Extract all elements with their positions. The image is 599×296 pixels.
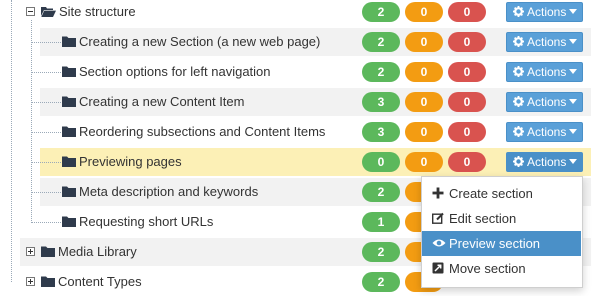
published-count-badge: 2 [362,242,400,262]
tree-connector [31,42,61,43]
eye-icon [432,239,446,247]
draft-count-badge: 0 [448,152,486,172]
gear-icon [513,6,524,17]
menu-item-preview-section[interactable]: Preview section [422,231,581,256]
actions-label: Actions [527,95,567,109]
folder-icon [62,66,77,77]
caret-down-icon [569,69,578,74]
tree-label[interactable]: Creating a new Section (a new web page) [79,28,320,56]
actions-label: Actions [527,155,567,169]
folder-open-icon [41,6,56,17]
caret-down-icon [569,39,578,44]
folder-icon [62,186,77,197]
gear-icon [513,36,524,47]
collapse-toggle[interactable] [26,7,35,16]
actions-label: Actions [527,35,567,49]
pending-count-badge: 0 [405,2,443,22]
actions-button[interactable]: Actions [506,62,583,82]
gear-icon [513,96,524,107]
draft-count-badge: 0 [448,32,486,52]
tree-row-selected[interactable]: Previewing pages 0 0 0 Actions [0,148,599,176]
folder-icon [41,246,56,257]
plus-icon [432,187,444,199]
tree-label[interactable]: Meta description and keywords [79,178,258,206]
pending-count-badge: 0 [405,92,443,112]
tree-connector [31,162,61,163]
menu-item-edit-section[interactable]: Edit section [422,206,581,231]
menu-item-label: Move section [449,261,526,276]
gear-icon [513,66,524,77]
tree-label[interactable]: Media Library [58,238,137,266]
menu-item-label: Create section [449,186,533,201]
tree-label[interactable]: Previewing pages [79,148,182,176]
published-count-badge: 2 [362,32,400,52]
draft-count-badge: 0 [448,62,486,82]
actions-button[interactable]: Actions [506,92,583,112]
folder-icon [62,156,77,167]
move-icon [432,262,444,274]
folder-icon [62,126,77,137]
tree-row[interactable]: Creating a new Section (a new web page) … [0,28,599,56]
published-count-badge: 2 [362,272,400,292]
menu-item-create-section[interactable]: Create section [422,181,581,206]
tree-row[interactable]: Creating a new Content Item 3 0 0 Action… [0,88,599,116]
draft-count-badge: 0 [448,122,486,142]
pending-count-badge: 0 [405,152,443,172]
pending-count-badge: 0 [405,122,443,142]
published-count-badge: 2 [362,182,400,202]
actions-label: Actions [527,65,567,79]
tree-row[interactable]: Reordering subsections and Content Items… [0,118,599,146]
expand-toggle[interactable] [26,247,35,256]
published-count-badge: 3 [362,122,400,142]
tree-connector [31,132,61,133]
menu-item-label: Edit section [449,211,517,226]
actions-button[interactable]: Actions [506,122,583,142]
gear-icon [513,156,524,167]
caret-down-icon [569,99,578,104]
actions-label: Actions [527,125,567,139]
draft-count-badge: 0 [448,2,486,22]
caret-down-icon [569,9,578,14]
actions-label: Actions [527,5,567,19]
published-count-badge: 0 [362,152,400,172]
tree-label[interactable]: Content Types [58,268,142,296]
tree-connector [31,192,61,193]
actions-button[interactable]: Actions [506,32,583,52]
tree-row[interactable]: Section options for left navigation 2 0 … [0,58,599,86]
published-count-badge: 1 [362,212,400,232]
actions-button[interactable]: Actions [506,2,583,22]
published-count-badge: 2 [362,2,400,22]
tree-row-site-structure[interactable]: Site structure 2 0 0 Actions [0,0,599,26]
site-tree: Site structure 2 0 0 Actions Creating a … [0,0,599,292]
menu-item-move-section[interactable]: Move section [422,256,581,281]
pending-count-badge: 0 [405,62,443,82]
published-count-badge: 2 [362,62,400,82]
edit-icon [432,212,444,224]
tree-label[interactable]: Section options for left navigation [79,58,271,86]
tree-label[interactable]: Creating a new Content Item [79,88,244,116]
folder-icon [62,216,77,227]
pending-count-badge: 0 [405,32,443,52]
tree-connector [31,102,61,103]
caret-down-icon [569,159,578,164]
published-count-badge: 3 [362,92,400,112]
tree-label[interactable]: Site structure [59,0,136,26]
actions-button-open[interactable]: Actions [506,152,583,172]
tree-label[interactable]: Reordering subsections and Content Items [79,118,325,146]
tree-connector [31,72,61,73]
caret-down-icon [569,129,578,134]
folder-icon [62,96,77,107]
tree-label[interactable]: Requesting short URLs [79,208,213,236]
gear-icon [513,126,524,137]
tree-connector [31,222,61,223]
menu-item-label: Preview section [449,236,541,251]
folder-icon [62,36,77,47]
draft-count-badge: 0 [448,92,486,112]
actions-dropdown-menu: Create section Edit section Preview sect… [421,176,583,288]
